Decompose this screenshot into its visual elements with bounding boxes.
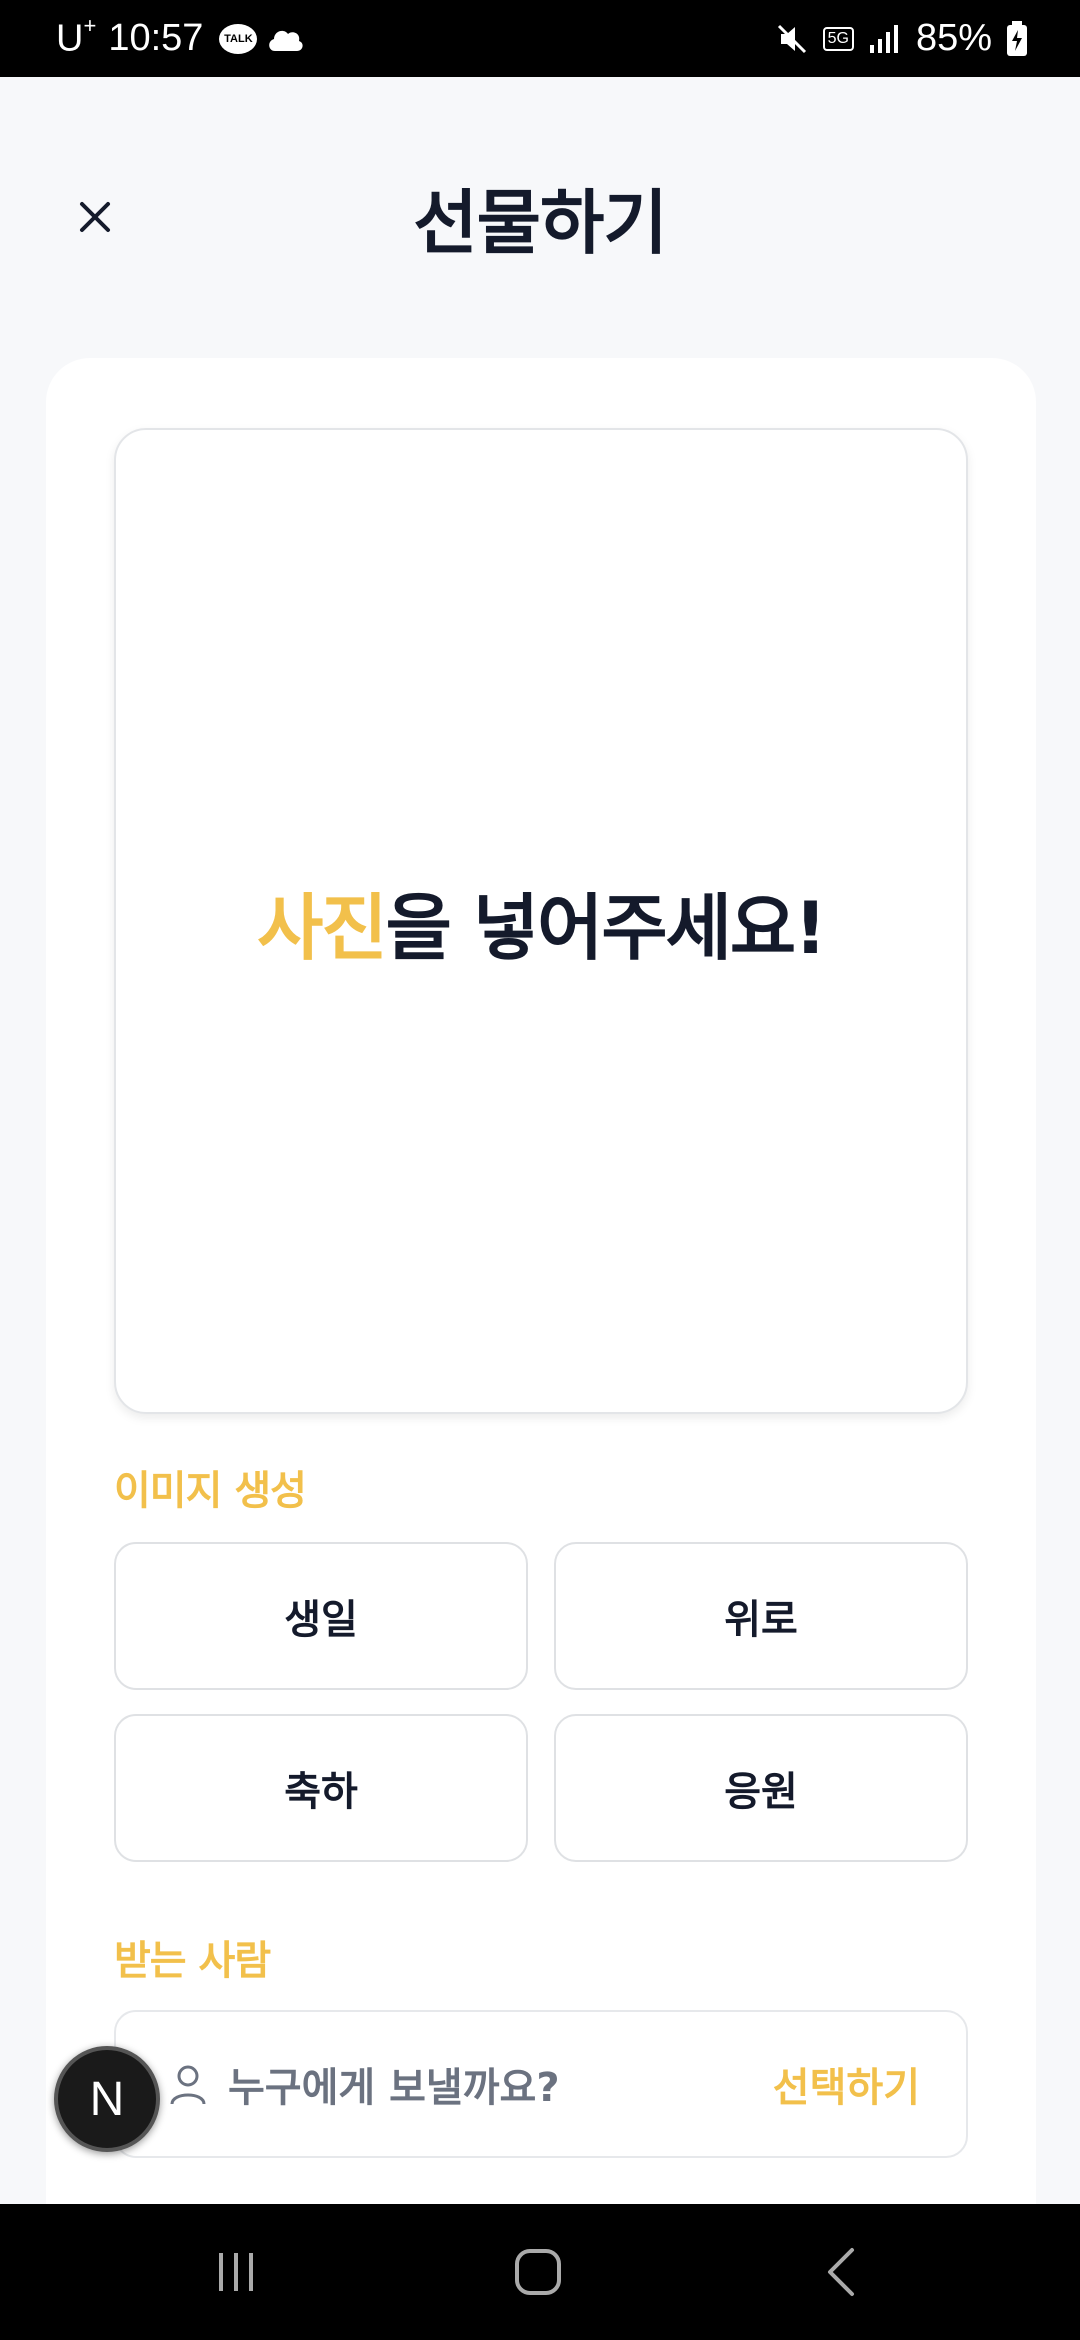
carrier-label: U+ [56,12,97,60]
recipient-placeholder: 누구에게 보낼까요? [228,2065,560,2111]
recipient-label: 받는 사람 [114,1938,271,1984]
page-title: 선물하기 [413,182,668,264]
signal-icon [869,24,898,53]
status-left: U+ 10:57 TALK [56,0,305,77]
header: 선물하기 [0,77,1080,357]
photo-upload-area[interactable]: 사진을 넣어주세요! [114,428,968,1414]
home-icon [515,2249,561,2295]
chip-cheer[interactable]: 응원 [554,1714,968,1862]
network-5g-icon: 5G [822,26,854,51]
select-recipient-button[interactable]: 선택하기 [773,2012,920,2156]
mute-icon [777,24,806,53]
kakaotalk-icon: TALK [219,23,258,54]
recent-apps-button[interactable] [176,2204,296,2340]
chip-birthday[interactable]: 생일 [114,1542,528,1690]
back-icon [828,2248,854,2296]
home-button[interactable] [478,2204,598,2340]
person-icon [170,2065,206,2105]
system-navigation-bar [0,2204,1080,2340]
back-button[interactable] [782,2204,902,2340]
status-right: 5G 85% [775,0,1028,77]
status-time: 10:57 [108,17,204,59]
cloud-notification-icon [269,30,304,51]
floating-n-button[interactable]: N [54,2046,160,2152]
recipient-selector[interactable]: 누구에게 보낼까요? 선택하기 [114,2010,968,2158]
recent-apps-icon [219,2253,253,2291]
battery-percent: 85% [915,17,992,59]
photo-prompt-accent: 사진 [257,885,387,970]
photo-prompt-text: 을 넣어주세요! [385,885,827,970]
chip-comfort[interactable]: 위로 [554,1542,968,1690]
chip-congratulations[interactable]: 축하 [114,1714,528,1862]
battery-charging-icon [1007,20,1027,56]
status-bar: U+ 10:57 TALK 5G 85% [0,0,1080,77]
image-generation-label: 이미지 생성 [114,1468,307,1514]
photo-upload-prompt: 사진을 넣어주세요! [257,869,827,974]
